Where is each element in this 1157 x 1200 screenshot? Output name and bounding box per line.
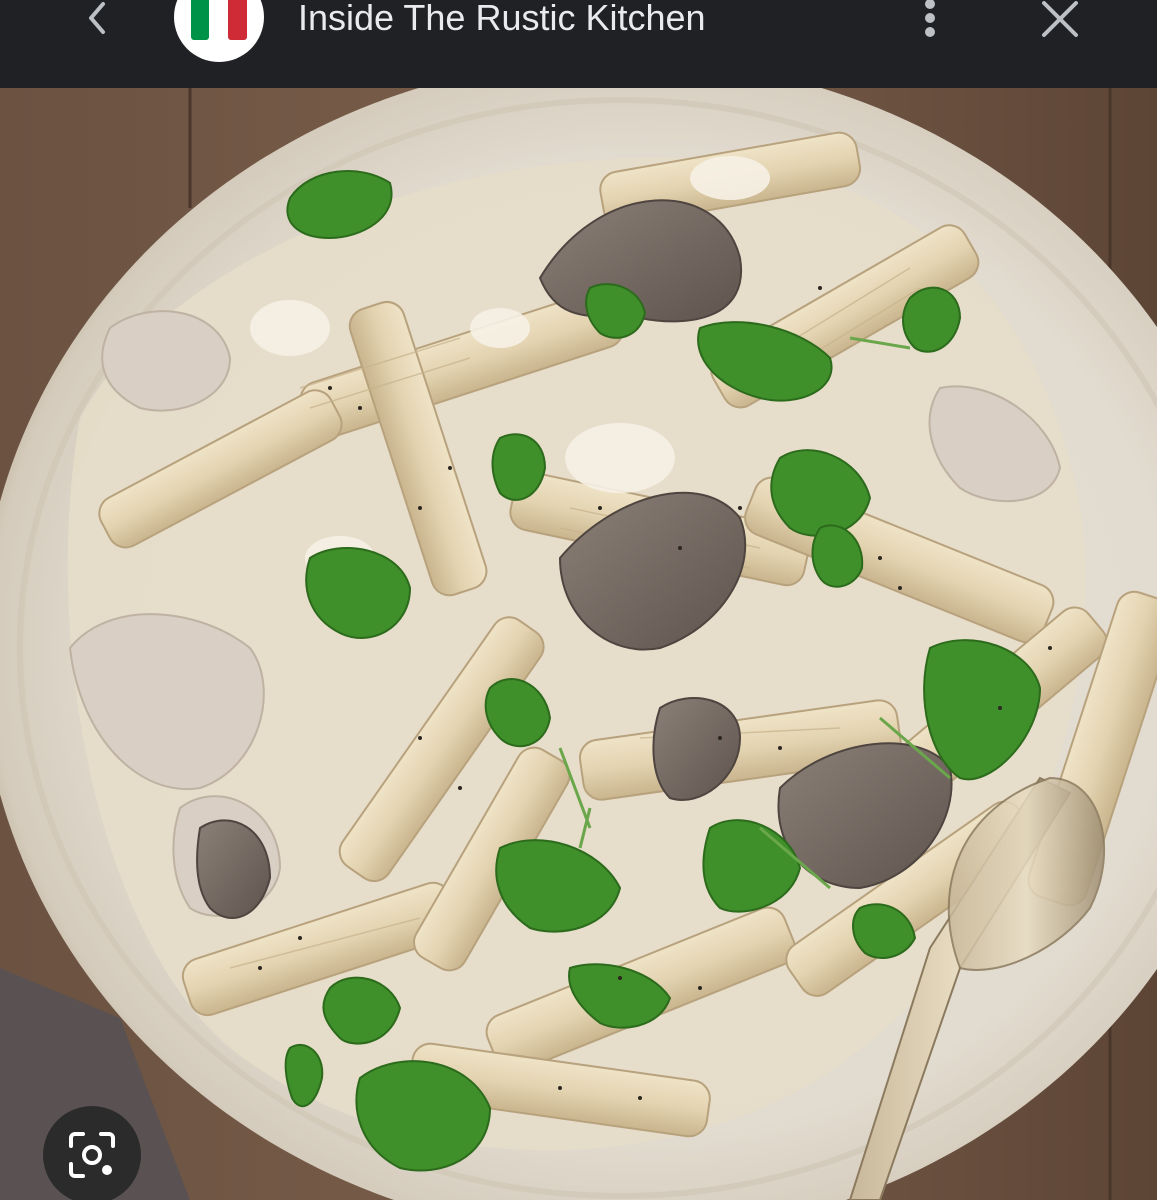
close-button[interactable] xyxy=(1034,0,1086,40)
more-vert-icon xyxy=(925,0,935,37)
italian-flag-icon xyxy=(191,0,247,40)
back-button[interactable] xyxy=(70,0,126,40)
close-icon xyxy=(1042,1,1078,37)
page-title: Inside The Rustic Kitchen xyxy=(298,0,706,38)
more-options-button[interactable] xyxy=(905,0,955,44)
app-root: Inside The Rustic Kitchen xyxy=(0,0,1157,1200)
top-bar: Inside The Rustic Kitchen xyxy=(0,0,1157,88)
lens-search-button[interactable] xyxy=(43,1106,141,1200)
pasta-image xyxy=(0,88,1157,1200)
site-logo[interactable] xyxy=(174,0,264,62)
chevron-left-icon xyxy=(89,2,105,34)
visual-search-icon xyxy=(69,1132,115,1178)
pasta-photo[interactable] xyxy=(0,88,1157,1200)
